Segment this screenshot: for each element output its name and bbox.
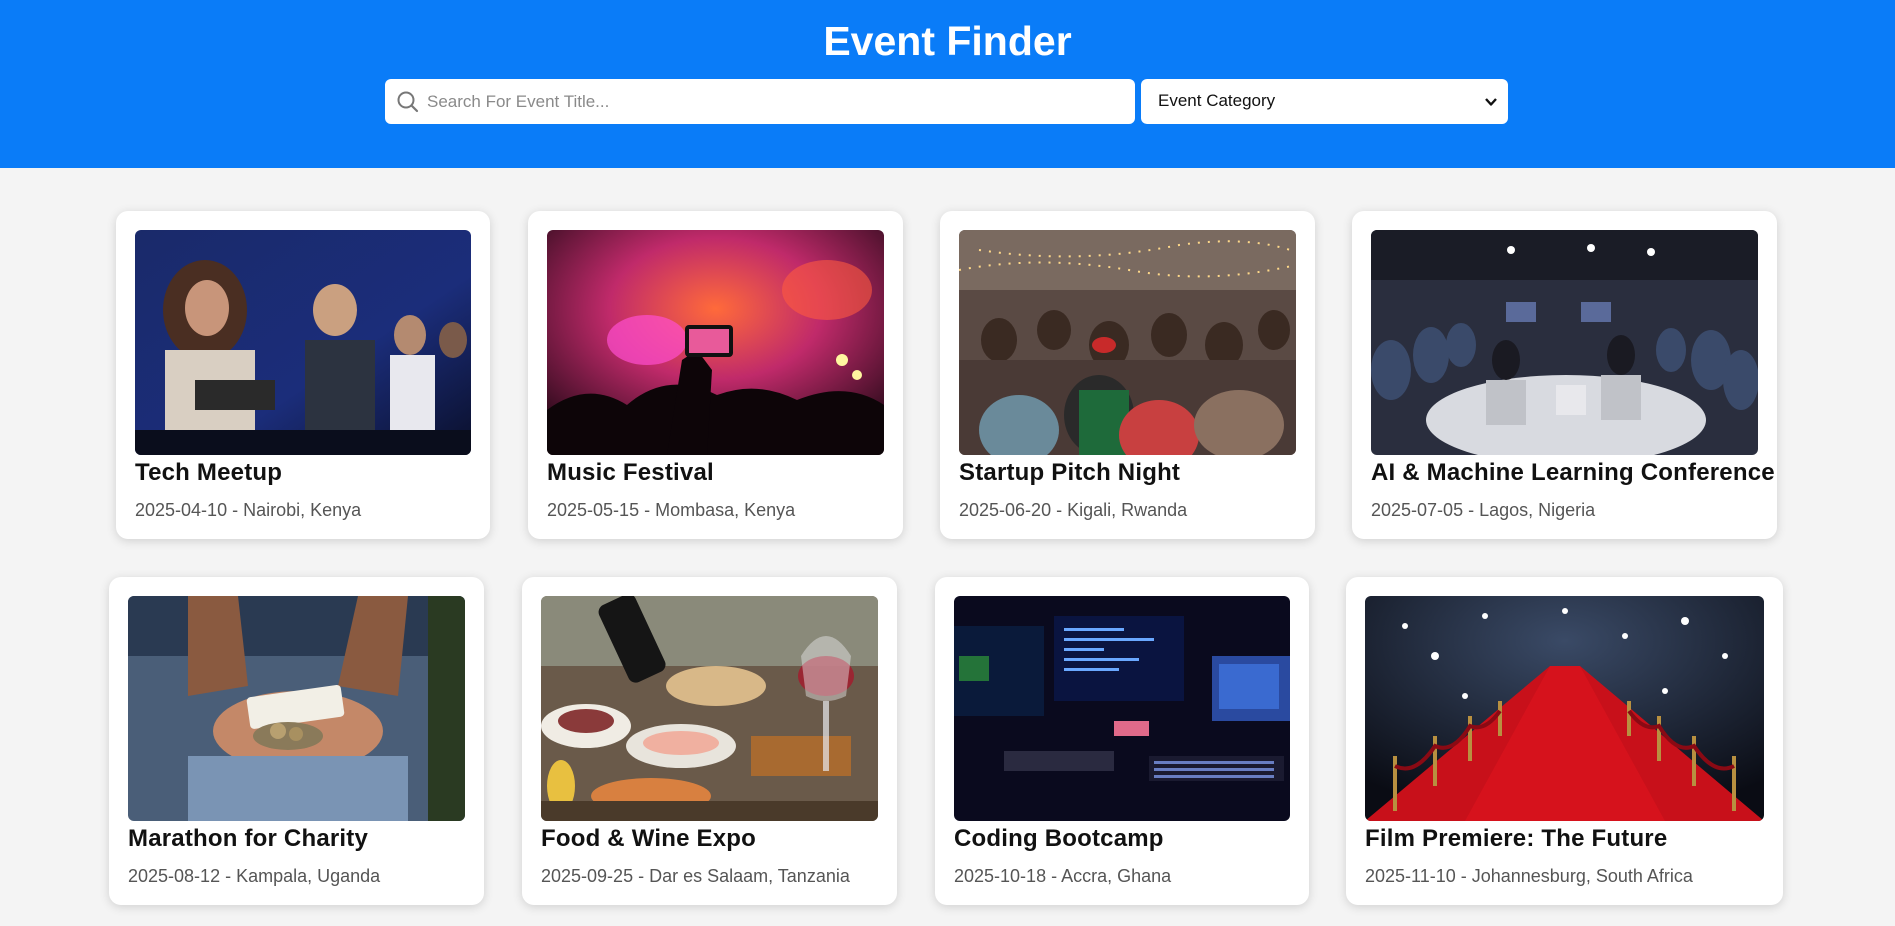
event-title: Coding Bootcamp — [954, 825, 1164, 852]
event-card-marathon-for-charity[interactable]: Marathon for Charity 2025-08-12 - Kampal… — [109, 577, 484, 905]
search-input[interactable] — [427, 79, 1127, 124]
event-meta: 2025-10-18 - Accra, Ghana — [954, 866, 1172, 886]
event-image — [547, 230, 884, 455]
event-card-food-wine-expo[interactable]: Food & Wine Expo 2025-09-25 - Dar es Sal… — [522, 577, 897, 905]
category-select-value: Event Category — [1158, 91, 1276, 110]
event-image — [1371, 230, 1758, 455]
event-title: Food & Wine Expo — [541, 825, 756, 852]
event-title: Music Festival — [547, 459, 714, 486]
event-image — [954, 596, 1290, 821]
search-icon — [397, 91, 419, 113]
event-image — [128, 596, 465, 821]
search-box[interactable] — [385, 79, 1135, 124]
chevron-down-icon — [1485, 98, 1497, 106]
event-card-startup-pitch-night[interactable]: Startup Pitch Night 2025-06-20 - Kigali,… — [940, 211, 1315, 539]
event-meta: 2025-05-15 - Mombasa, Kenya — [547, 500, 796, 520]
event-meta: 2025-07-05 - Lagos, Nigeria — [1371, 500, 1596, 520]
event-image — [1365, 596, 1764, 821]
event-card-music-festival[interactable]: Music Festival 2025-05-15 - Mombasa, Ken… — [528, 211, 903, 539]
event-title: Marathon for Charity — [128, 825, 369, 852]
event-meta: 2025-09-25 - Dar es Salaam, Tanzania — [541, 866, 850, 886]
page-title: Event Finder — [823, 18, 1072, 64]
event-image — [959, 230, 1296, 455]
event-meta: 2025-06-20 - Kigali, Rwanda — [959, 500, 1188, 520]
event-card-tech-meetup[interactable]: Tech Meetup 2025-04-10 - Nairobi, Kenya — [116, 211, 490, 539]
event-image — [541, 596, 878, 821]
event-title: Film Premiere: The Future — [1365, 825, 1668, 852]
event-meta: 2025-04-10 - Nairobi, Kenya — [135, 500, 362, 520]
category-select[interactable]: Event Category — [1141, 79, 1508, 124]
event-title: Startup Pitch Night — [959, 459, 1181, 486]
header-bar: Event Finder Event Category — [0, 0, 1895, 168]
event-card-ai-ml-conference[interactable]: AI & Machine Learning Conference 2025-07… — [1352, 211, 1777, 539]
event-title: AI & Machine Learning Conference — [1371, 459, 1775, 486]
event-meta: 2025-08-12 - Kampala, Uganda — [128, 866, 381, 886]
event-meta: 2025-11-10 - Johannesburg, South Africa — [1365, 866, 1693, 886]
event-title: Tech Meetup — [135, 459, 283, 486]
event-image — [135, 230, 471, 455]
event-card-film-premiere[interactable]: Film Premiere: The Future 2025-11-10 - J… — [1346, 577, 1783, 905]
event-card-coding-bootcamp[interactable]: Coding Bootcamp 2025-10-18 - Accra, Ghan… — [935, 577, 1309, 905]
